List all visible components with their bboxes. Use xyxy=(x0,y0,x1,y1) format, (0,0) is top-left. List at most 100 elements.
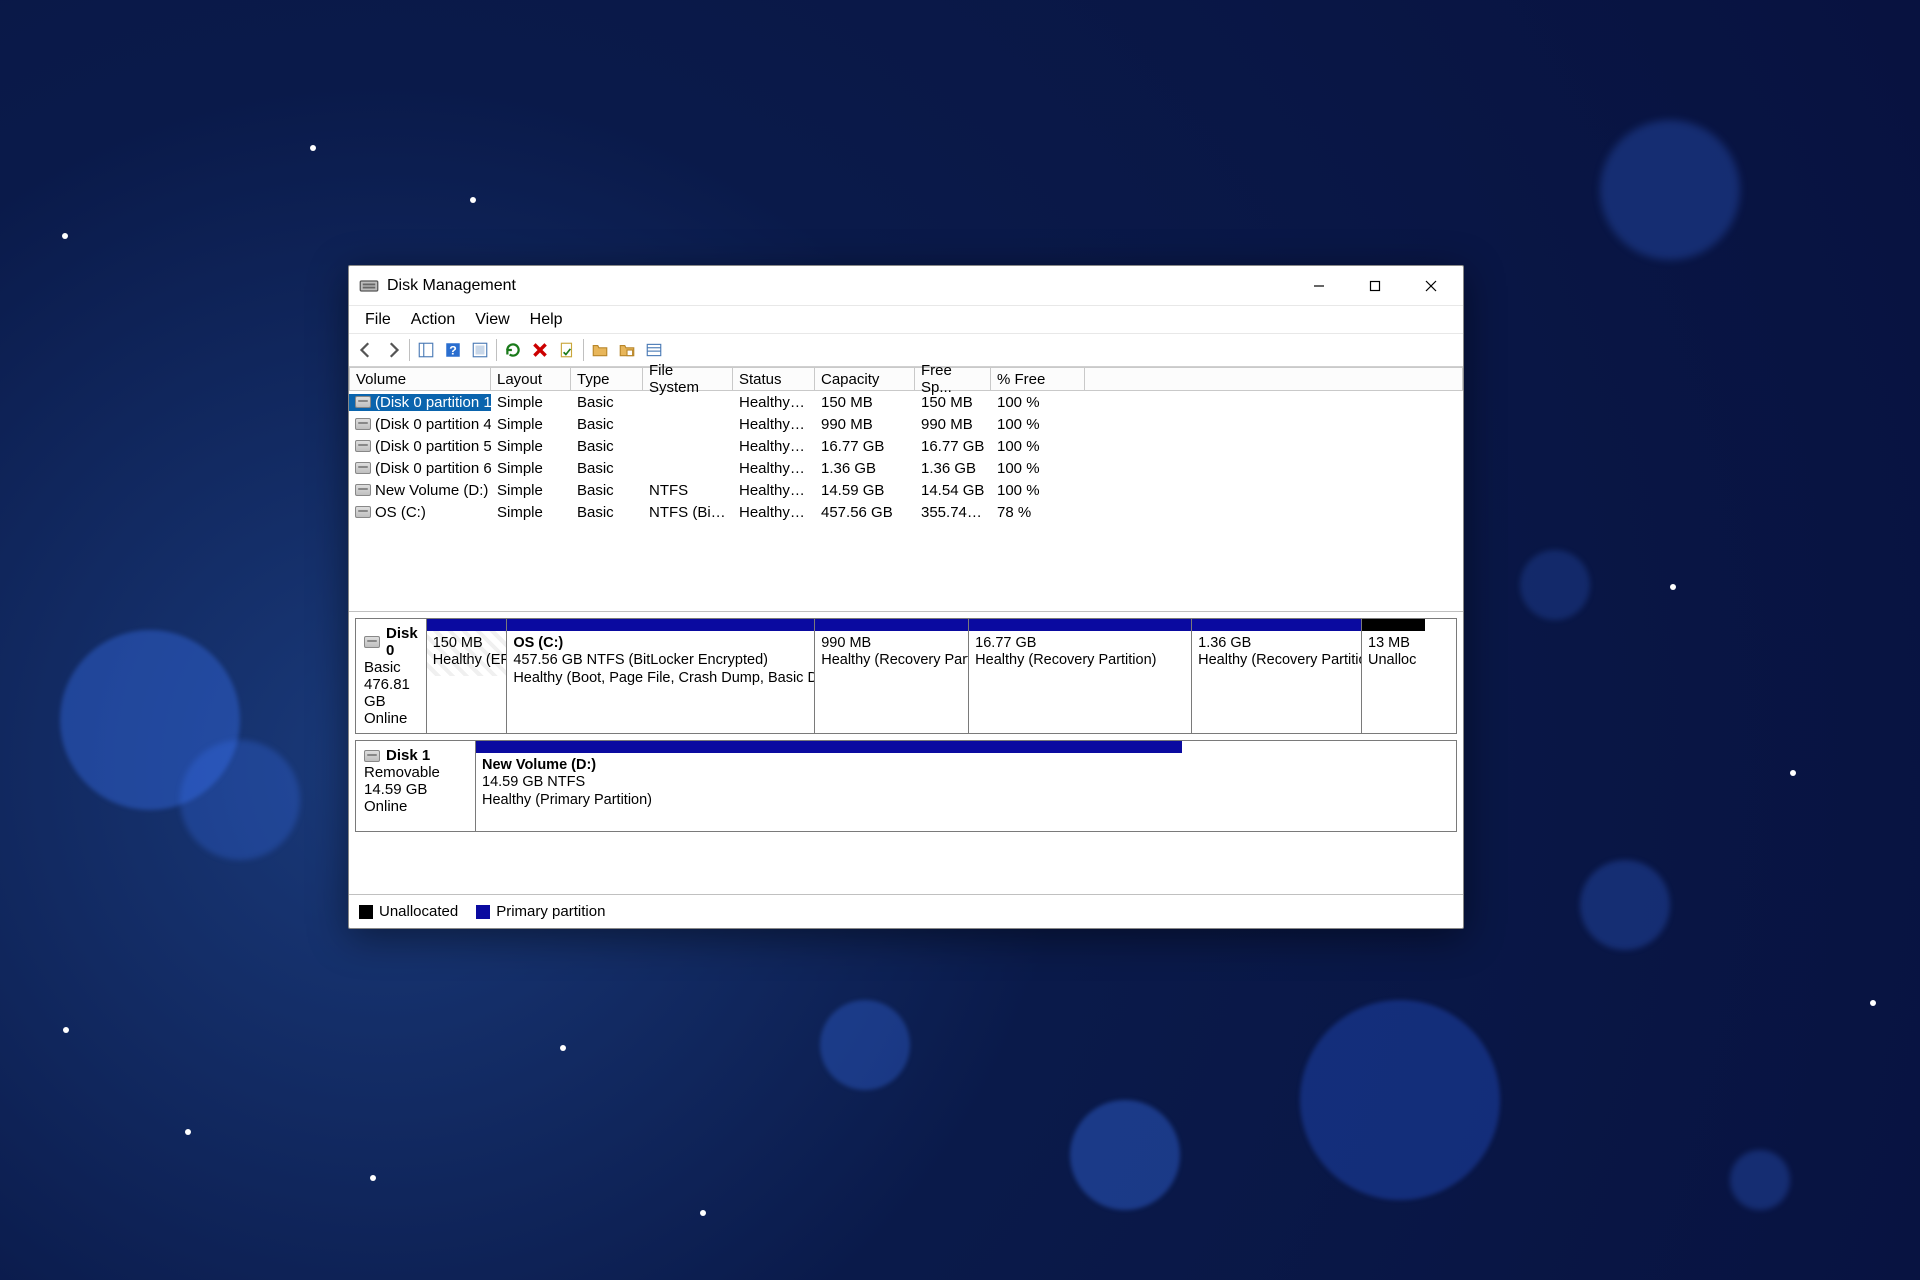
vol-name: (Disk 0 partition 4) xyxy=(375,416,491,433)
vol-layout: Simple xyxy=(491,504,571,521)
table-row[interactable]: OS (C:)SimpleBasicNTFS (BitLo...Healthy … xyxy=(349,501,1463,523)
disk-size: 14.59 GB xyxy=(364,781,467,798)
disk-state: Online xyxy=(364,798,467,815)
vol-status: Healthy (E... xyxy=(733,394,815,411)
table-row[interactable]: (Disk 0 partition 1)SimpleBasicHealthy (… xyxy=(349,391,1463,413)
vol-free: 150 MB xyxy=(915,394,991,411)
menu-view[interactable]: View xyxy=(465,309,519,331)
vol-capacity: 16.77 GB xyxy=(815,438,915,455)
settings-button[interactable] xyxy=(641,337,667,363)
vol-capacity: 14.59 GB xyxy=(815,482,915,499)
col-pctfree[interactable]: % Free xyxy=(991,367,1085,391)
menu-file[interactable]: File xyxy=(355,309,401,331)
vol-type: Basic xyxy=(571,460,643,477)
close-button[interactable] xyxy=(1403,266,1459,306)
properties-button[interactable] xyxy=(554,337,580,363)
folder2-button[interactable] xyxy=(614,337,640,363)
table-row[interactable]: (Disk 0 partition 6)SimpleBasicHealthy (… xyxy=(349,457,1463,479)
minimize-button[interactable] xyxy=(1291,266,1347,306)
partition-title: OS (C:) xyxy=(513,635,808,652)
partition-line1: 150 MB xyxy=(433,635,501,652)
col-capacity[interactable]: Capacity xyxy=(815,367,915,391)
forward-button[interactable] xyxy=(380,337,406,363)
disk-icon xyxy=(355,484,371,496)
col-free[interactable]: Free Sp... xyxy=(915,367,991,391)
maximize-button[interactable] xyxy=(1347,266,1403,306)
disk-size: 476.81 GB xyxy=(364,676,418,710)
delete-button[interactable] xyxy=(527,337,553,363)
col-layout[interactable]: Layout xyxy=(491,367,571,391)
vol-status: Healthy (B... xyxy=(733,504,815,521)
partition-line2: Healthy (Boot, Page File, Crash Dump, Ba… xyxy=(513,670,808,687)
legend-primary-label: Primary partition xyxy=(496,903,605,920)
partition-line1: 457.56 GB NTFS (BitLocker Encrypted) xyxy=(513,652,808,669)
legend: Unallocated Primary partition xyxy=(349,894,1463,928)
disk-label[interactable]: Disk 0Basic476.81 GBOnline xyxy=(356,619,427,733)
partition[interactable]: New Volume (D:)14.59 GB NTFSHealthy (Pri… xyxy=(476,741,1182,831)
vol-fs: NTFS xyxy=(643,482,733,499)
vol-capacity: 457.56 GB xyxy=(815,504,915,521)
disk-icon xyxy=(355,396,371,408)
table-row[interactable]: (Disk 0 partition 5)SimpleBasicHealthy (… xyxy=(349,435,1463,457)
back-button[interactable] xyxy=(353,337,379,363)
partition[interactable]: 150 MBHealthy (EFI Syst xyxy=(427,619,507,733)
vol-pct: 100 % xyxy=(991,482,1085,499)
disk-management-window: Disk Management File Action View Help ? … xyxy=(348,265,1464,929)
col-status[interactable]: Status xyxy=(733,367,815,391)
vol-capacity: 1.36 GB xyxy=(815,460,915,477)
disk-icon xyxy=(364,750,380,762)
toolbar: ? xyxy=(349,334,1463,367)
show-hide-tree-button[interactable] xyxy=(413,337,439,363)
vol-free: 990 MB xyxy=(915,416,991,433)
vol-type: Basic xyxy=(571,394,643,411)
help-button[interactable]: ? xyxy=(440,337,466,363)
partition-line2: Healthy (Primary Partition) xyxy=(482,792,1176,809)
menu-help[interactable]: Help xyxy=(520,309,573,331)
titlebar[interactable]: Disk Management xyxy=(349,266,1463,306)
partition-line1: 1.36 GB xyxy=(1198,635,1355,652)
vol-pct: 100 % xyxy=(991,438,1085,455)
vol-free: 1.36 GB xyxy=(915,460,991,477)
vol-capacity: 150 MB xyxy=(815,394,915,411)
rescan-button[interactable] xyxy=(500,337,526,363)
vol-name: (Disk 0 partition 1) xyxy=(375,394,491,411)
legend-unallocated-label: Unallocated xyxy=(379,903,458,920)
partition[interactable]: 990 MBHealthy (Recovery Partit xyxy=(814,619,968,733)
disk-type: Removable xyxy=(364,764,467,781)
partition-line1: 13 MB xyxy=(1368,635,1419,652)
vol-name: (Disk 0 partition 6) xyxy=(375,460,491,477)
disk-icon xyxy=(355,506,371,518)
vol-type: Basic xyxy=(571,504,643,521)
volumes-pane: Volume Layout Type File System Status Ca… xyxy=(349,367,1463,612)
vol-layout: Simple xyxy=(491,482,571,499)
col-type[interactable]: Type xyxy=(571,367,643,391)
graphic-pane: Disk 0Basic476.81 GBOnline150 MBHealthy … xyxy=(349,612,1463,894)
window-title: Disk Management xyxy=(387,277,516,295)
menu-action[interactable]: Action xyxy=(401,309,465,331)
vol-pct: 100 % xyxy=(991,460,1085,477)
refresh-button[interactable] xyxy=(467,337,493,363)
disk-row: Disk 0Basic476.81 GBOnline150 MBHealthy … xyxy=(355,618,1457,734)
partition[interactable]: 1.36 GBHealthy (Recovery Partitio xyxy=(1191,619,1361,733)
partition-line2: Healthy (Recovery Partitio xyxy=(1198,652,1355,669)
app-icon xyxy=(359,276,379,296)
partition[interactable]: OS (C:)457.56 GB NTFS (BitLocker Encrypt… xyxy=(506,619,814,733)
partition-line1: 14.59 GB NTFS xyxy=(482,774,1176,791)
partition-line2: Unalloc xyxy=(1368,652,1419,669)
partition-line1: 990 MB xyxy=(821,635,962,652)
partition[interactable]: 16.77 GBHealthy (Recovery Partition) xyxy=(968,619,1191,733)
partition[interactable]: 13 MBUnalloc xyxy=(1361,619,1425,733)
col-volume[interactable]: Volume xyxy=(349,367,491,391)
vol-free: 14.54 GB xyxy=(915,482,991,499)
col-filesystem[interactable]: File System xyxy=(643,367,733,391)
disk-label[interactable]: Disk 1Removable14.59 GBOnline xyxy=(356,741,476,831)
legend-unallocated: Unallocated xyxy=(359,903,458,920)
vol-name: OS (C:) xyxy=(375,504,426,521)
vol-type: Basic xyxy=(571,416,643,433)
table-row[interactable]: (Disk 0 partition 4)SimpleBasicHealthy (… xyxy=(349,413,1463,435)
table-row[interactable]: New Volume (D:)SimpleBasicNTFSHealthy (P… xyxy=(349,479,1463,501)
disk-state: Online xyxy=(364,710,418,727)
vol-pct: 100 % xyxy=(991,394,1085,411)
folder-button[interactable] xyxy=(587,337,613,363)
swatch-unallocated-icon xyxy=(359,905,373,919)
